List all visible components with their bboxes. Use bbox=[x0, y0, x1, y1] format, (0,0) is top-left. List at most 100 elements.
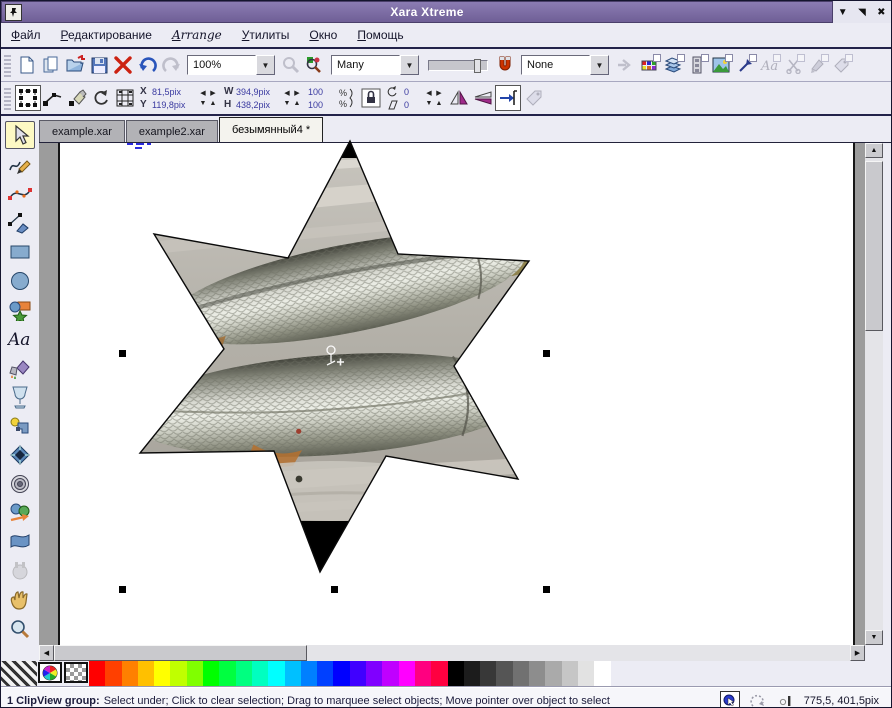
y-value[interactable]: 119,8pix bbox=[152, 100, 192, 110]
palette-swatch-11[interactable] bbox=[252, 661, 268, 686]
open-folder-button[interactable] bbox=[63, 53, 87, 77]
close-icon[interactable]: ✖ bbox=[874, 5, 889, 20]
menu-item-3[interactable]: Arrange bbox=[172, 28, 222, 42]
scale-x-value[interactable]: 100 bbox=[308, 87, 332, 97]
fill-properties-icon[interactable] bbox=[65, 86, 89, 110]
rotate-value[interactable]: 0 bbox=[404, 87, 418, 97]
flip-vertical-icon[interactable] bbox=[471, 86, 495, 110]
save-button[interactable] bbox=[87, 53, 111, 77]
no-color-button[interactable] bbox=[64, 662, 88, 683]
toolbar-grip-2[interactable] bbox=[4, 86, 11, 110]
horizontal-scroll-thumb[interactable] bbox=[54, 645, 307, 661]
palette-swatch-21[interactable] bbox=[415, 661, 431, 686]
palette-swatch-6[interactable] bbox=[170, 661, 186, 686]
size-nudge-arrows[interactable]: ◀▶▼▲ bbox=[282, 87, 302, 109]
shape-editor-tool[interactable] bbox=[6, 181, 34, 207]
scroll-left-icon[interactable]: ◀ bbox=[39, 645, 54, 661]
palette-swatch-30[interactable] bbox=[562, 661, 578, 686]
palette-swatch-13[interactable] bbox=[285, 661, 301, 686]
h-value[interactable]: 438,2pix bbox=[236, 100, 276, 110]
frame-gallery-button[interactable] bbox=[685, 53, 709, 77]
minimize-icon[interactable]: ▼ bbox=[835, 5, 850, 20]
mould-tool[interactable] bbox=[6, 529, 34, 555]
apply-name-tag-icon[interactable] bbox=[521, 86, 545, 110]
palette-swatch-17[interactable] bbox=[350, 661, 366, 686]
text-tool[interactable]: Aa bbox=[6, 326, 34, 352]
bitmap-gallery-button[interactable] bbox=[709, 53, 733, 77]
document-tab-2[interactable]: example2.xar bbox=[126, 120, 218, 142]
effect-dropdown-icon[interactable]: ▼ bbox=[590, 55, 609, 75]
pasteboard-right[interactable] bbox=[855, 143, 865, 645]
redo-button[interactable] bbox=[159, 53, 183, 77]
snap-to-objects-icon[interactable] bbox=[495, 85, 521, 111]
palette-swatch-9[interactable] bbox=[219, 661, 235, 686]
scroll-right-icon[interactable]: ▶ bbox=[850, 645, 865, 661]
quality-slider-handle[interactable] bbox=[474, 59, 481, 73]
zoom-to-drawing-button[interactable] bbox=[303, 53, 327, 77]
edit-nodes-icon[interactable] bbox=[41, 86, 65, 110]
vertical-scroll-thumb[interactable] bbox=[865, 161, 883, 331]
palette-swatch-23[interactable] bbox=[448, 661, 464, 686]
palette-swatch-31[interactable] bbox=[578, 661, 594, 686]
palette-swatch-29[interactable] bbox=[545, 661, 561, 686]
palette-swatch-24[interactable] bbox=[464, 661, 480, 686]
bevel-tool[interactable] bbox=[6, 442, 34, 468]
freehand-tool[interactable] bbox=[6, 152, 34, 178]
zoom-tool[interactable] bbox=[6, 616, 34, 642]
snap-grid-icon[interactable] bbox=[113, 86, 137, 110]
scroll-down-icon[interactable]: ▼ bbox=[865, 630, 883, 645]
line-gallery-button[interactable] bbox=[733, 53, 757, 77]
palette-swatch-12[interactable] bbox=[268, 661, 284, 686]
rectangle-tool[interactable] bbox=[6, 239, 34, 265]
palette-swatch-1[interactable] bbox=[89, 661, 105, 686]
palette-swatch-2[interactable] bbox=[105, 661, 121, 686]
quickshape-tool[interactable] bbox=[6, 297, 34, 323]
quality-slider[interactable] bbox=[428, 60, 488, 71]
document-tab-1[interactable]: example.xar bbox=[39, 120, 125, 142]
live-effects-tool[interactable] bbox=[6, 558, 34, 584]
vertical-scrollbar[interactable]: ▲ ▼ bbox=[865, 143, 883, 645]
menu-item-5[interactable]: Окно bbox=[309, 28, 337, 42]
palette-swatch-18[interactable] bbox=[366, 661, 382, 686]
palette-swatch-25[interactable] bbox=[480, 661, 496, 686]
position-nudge-arrows[interactable]: ◀▶▼▲ bbox=[198, 87, 218, 109]
horizontal-scrollbar[interactable]: ◀ ▶ bbox=[39, 645, 891, 661]
toolbar-grip[interactable] bbox=[4, 53, 11, 77]
palette-swatch-14[interactable] bbox=[301, 661, 317, 686]
palette-swatch-8[interactable] bbox=[203, 661, 219, 686]
pasteboard-left[interactable] bbox=[39, 143, 58, 645]
clipart-gallery-button[interactable] bbox=[781, 53, 805, 77]
shadow-tool[interactable] bbox=[6, 413, 34, 439]
push-tool[interactable] bbox=[6, 587, 34, 613]
color-wheel-button[interactable] bbox=[38, 662, 62, 683]
font-gallery-button[interactable]: Aa bbox=[757, 53, 781, 77]
document-tab-3[interactable]: безымянный4 * bbox=[219, 117, 323, 142]
new-document-button[interactable] bbox=[15, 53, 39, 77]
contour-tool[interactable] bbox=[6, 471, 34, 497]
selector-tool[interactable] bbox=[5, 121, 35, 149]
palette-swatch-20[interactable] bbox=[399, 661, 415, 686]
palette-swatch-22[interactable] bbox=[431, 661, 447, 686]
menu-item-2[interactable]: Редактирование bbox=[61, 28, 152, 42]
menu-item-1[interactable]: Файл bbox=[11, 28, 41, 42]
copy-document-button[interactable] bbox=[39, 53, 63, 77]
quality-value[interactable]: Many bbox=[331, 55, 400, 75]
lock-aspect-icon[interactable] bbox=[359, 86, 383, 110]
titlebar-active-area[interactable]: Xara Xtreme bbox=[1, 1, 833, 23]
transparency-tool[interactable] bbox=[6, 384, 34, 410]
fill-tool[interactable] bbox=[6, 355, 34, 381]
rotate-mode-icon[interactable] bbox=[89, 86, 113, 110]
w-value[interactable]: 394,9pix bbox=[236, 87, 276, 97]
ellipse-tool[interactable] bbox=[6, 268, 34, 294]
menu-item-6[interactable]: Помощь bbox=[357, 28, 403, 42]
palette-swatch-7[interactable] bbox=[187, 661, 203, 686]
snap-indicator-icon[interactable] bbox=[748, 691, 768, 708]
palette-swatch-5[interactable] bbox=[154, 661, 170, 686]
palette-swatch-27[interactable] bbox=[513, 661, 529, 686]
palette-swatch-4[interactable] bbox=[138, 661, 154, 686]
scale-y-value[interactable]: 100 bbox=[308, 100, 332, 110]
zoom-value[interactable]: 100% bbox=[187, 55, 256, 75]
snap-magnet-icon[interactable] bbox=[493, 53, 517, 77]
layer-gallery-button[interactable] bbox=[661, 53, 685, 77]
color-gallery-button[interactable] bbox=[637, 53, 661, 77]
